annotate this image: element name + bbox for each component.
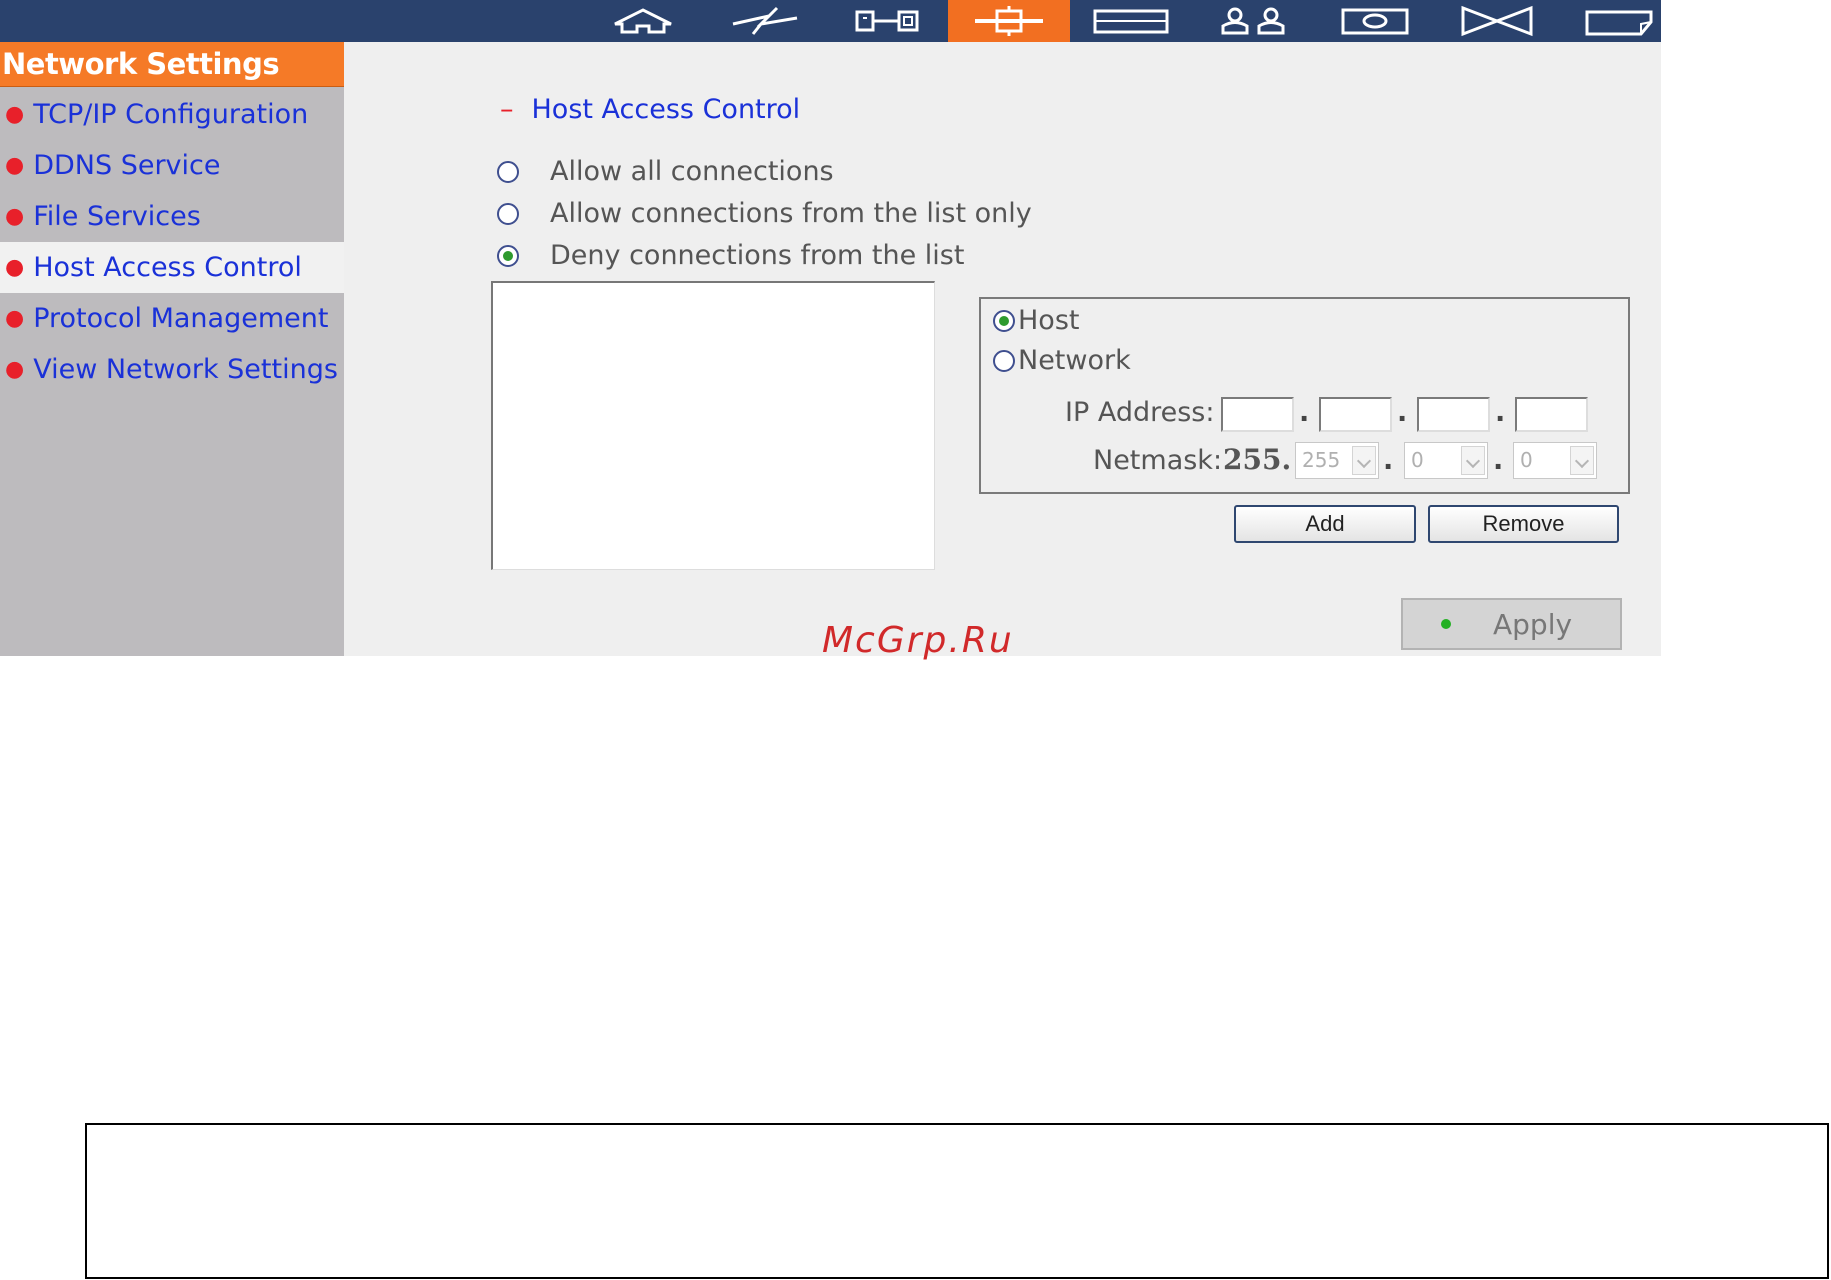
chevron-down-icon	[1352, 446, 1376, 475]
radio-allow-list-only[interactable]	[497, 202, 519, 225]
ip-octet-1[interactable]	[1221, 397, 1294, 432]
network-settings-icon	[975, 6, 1043, 36]
apply-status-icon	[1441, 619, 1451, 629]
netmask-select-2-value: 0	[1411, 448, 1424, 472]
apply-button[interactable]: Apply	[1401, 598, 1622, 650]
sidebar-item-ddns-service[interactable]: ● DDNS Service	[0, 140, 344, 191]
netmask-label: Netmask:	[1093, 445, 1223, 476]
netmask-dot-1: .	[1383, 445, 1394, 476]
sidebar-title: Network Settings	[0, 42, 344, 87]
sidebar-item-label: Host Access Control	[33, 252, 302, 283]
quick-config-icon	[732, 6, 798, 35]
nav-system-settings[interactable]	[826, 0, 948, 42]
statistics-log-icon	[1585, 10, 1653, 36]
remove-button[interactable]: Remove	[1428, 505, 1619, 543]
netmask-dot-2: .	[1493, 445, 1504, 476]
system-settings-icon	[855, 10, 919, 32]
ip-octet-4[interactable]	[1515, 397, 1588, 432]
bullet-icon: ●	[5, 102, 25, 127]
mode-allow-all-label: Allow all connections	[550, 156, 834, 187]
section-dash: –	[500, 94, 514, 125]
ip-address-label: IP Address:	[1065, 397, 1215, 428]
user-management-icon	[1221, 7, 1285, 35]
mode-allow-list-only[interactable]: Allow connections from the list only	[497, 198, 1032, 229]
chevron-down-icon	[1570, 446, 1594, 475]
empty-frame	[85, 1123, 1829, 1279]
nav-system-tools[interactable]	[1436, 0, 1558, 42]
sidebar-item-view-network-settings[interactable]: ● View Network Settings	[0, 344, 344, 395]
mode-allow-list-only-label: Allow connections from the list only	[550, 198, 1032, 229]
nav-device-config[interactable]	[1070, 0, 1192, 42]
home-icon	[614, 8, 672, 34]
nav-user-management[interactable]	[1192, 0, 1314, 42]
radio-host[interactable]	[993, 309, 1015, 332]
ip-dot-3: .	[1495, 397, 1506, 428]
section-title: – Host Access Control	[500, 94, 800, 125]
system-tools-icon	[1461, 5, 1533, 37]
ip-octet-3[interactable]	[1417, 397, 1490, 432]
mode-allow-all[interactable]: Allow all connections	[497, 156, 834, 187]
watermark: McGrp.Ru	[822, 620, 1014, 661]
netmask-select-1-value: 255	[1302, 448, 1341, 472]
top-nav-bar	[0, 0, 1661, 42]
sidebar-item-label: Protocol Management	[33, 303, 329, 334]
type-host[interactable]: Host	[993, 305, 1079, 336]
type-network[interactable]: Network	[993, 345, 1131, 376]
network-share-icon	[1341, 8, 1409, 35]
sidebar-item-file-services[interactable]: ● File Services	[0, 191, 344, 242]
ip-dot-2: .	[1397, 397, 1408, 428]
radio-network[interactable]	[993, 349, 1015, 372]
bullet-icon: ●	[5, 153, 25, 178]
bullet-icon: ●	[5, 255, 25, 280]
mode-deny-list-label: Deny connections from the list	[550, 240, 965, 271]
add-button[interactable]: Add	[1234, 505, 1416, 543]
netmask-select-3[interactable]: 0	[1513, 442, 1597, 479]
main-panel: – Host Access Control Allow all connectio…	[344, 42, 1661, 656]
chevron-down-icon	[1461, 446, 1485, 475]
netmask-select-1[interactable]: 255	[1295, 442, 1379, 479]
device-config-icon	[1093, 9, 1169, 34]
entry-fieldset: Host Network IP Address: . . . Netmask: …	[979, 297, 1630, 494]
netmask-select-2[interactable]: 0	[1404, 442, 1488, 479]
sidebar-item-label: DDNS Service	[33, 150, 221, 181]
sidebar-item-host-access-control[interactable]: ● Host Access Control	[0, 242, 344, 293]
sidebar-item-protocol-management[interactable]: ● Protocol Management	[0, 293, 344, 344]
sidebar-item-label: TCP/IP Configuration	[33, 99, 309, 130]
bullet-icon: ●	[5, 306, 25, 331]
nav-statistics-log[interactable]	[1558, 0, 1680, 42]
host-list-box[interactable]	[491, 281, 935, 570]
radio-deny-list[interactable]	[497, 244, 519, 267]
bullet-icon: ●	[5, 357, 25, 382]
sidebar: Network Settings ● TCP/IP Configuration ●…	[0, 42, 344, 656]
netmask-select-3-value: 0	[1520, 448, 1533, 472]
nav-network-share[interactable]	[1314, 0, 1436, 42]
nav-network-settings[interactable]	[948, 0, 1070, 42]
section-title-label: Host Access Control	[531, 94, 801, 125]
ip-dot-1: .	[1299, 397, 1310, 428]
type-host-label: Host	[1018, 305, 1080, 336]
bullet-icon: ●	[5, 204, 25, 229]
sidebar-item-label: View Network Settings	[33, 354, 338, 385]
sidebar-item-label: File Services	[33, 201, 201, 232]
nav-home[interactable]	[582, 0, 704, 42]
nav-quick-config[interactable]	[704, 0, 826, 42]
sidebar-item-tcpip-configuration[interactable]: ● TCP/IP Configuration	[0, 89, 344, 140]
netmask-prefix: 255.	[1223, 443, 1292, 476]
ip-octet-2[interactable]	[1319, 397, 1392, 432]
apply-label: Apply	[1493, 607, 1573, 641]
radio-allow-all[interactable]	[497, 160, 519, 183]
type-network-label: Network	[1018, 345, 1131, 376]
mode-deny-list[interactable]: Deny connections from the list	[497, 240, 964, 271]
